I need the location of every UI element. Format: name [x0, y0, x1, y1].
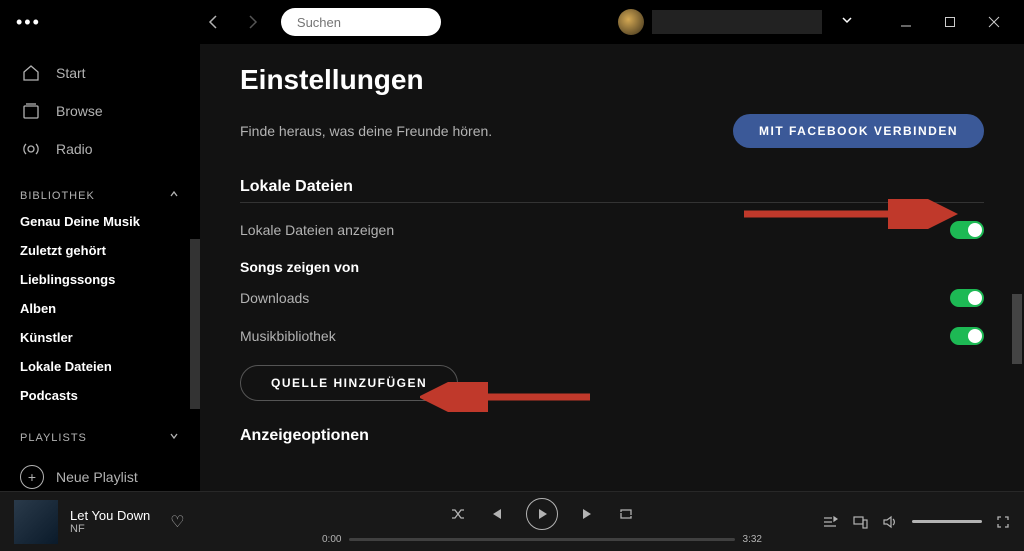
chevron-down-icon [840, 13, 854, 32]
radio-icon [20, 138, 42, 160]
minimize-button[interactable] [892, 8, 920, 36]
play-button[interactable] [526, 498, 558, 530]
downloads-toggle[interactable] [950, 289, 984, 307]
volume-button[interactable] [882, 514, 898, 530]
shuffle-button[interactable] [450, 506, 466, 522]
songs-from-header: Songs zeigen von [240, 259, 984, 275]
plus-icon: + [20, 465, 44, 489]
time-duration: 3:32 [743, 534, 762, 545]
sidebar-item-label: Browse [56, 103, 103, 119]
player-controls: 0:00 3:32 [294, 498, 790, 545]
repeat-button[interactable] [618, 506, 634, 522]
scrollbar[interactable] [190, 239, 200, 409]
new-playlist-button[interactable]: + Neue Playlist [0, 455, 200, 491]
time-elapsed: 0:00 [322, 534, 341, 545]
lib-item-local-files[interactable]: Lokale Dateien [0, 352, 200, 381]
album-art[interactable] [14, 500, 58, 544]
lib-item-recent[interactable]: Zuletzt gehört [0, 236, 200, 265]
downloads-label: Downloads [240, 290, 309, 306]
settings-content: Einstellungen Finde heraus, was deine Fr… [200, 44, 1024, 491]
show-local-files-toggle[interactable] [950, 221, 984, 239]
next-button[interactable] [580, 506, 596, 522]
music-library-label: Musikbibliothek [240, 328, 336, 344]
lib-item-artists[interactable]: Künstler [0, 323, 200, 352]
chevron-down-icon [168, 430, 180, 445]
show-local-files-label: Lokale Dateien anzeigen [240, 222, 394, 238]
menu-dots[interactable]: ••• [16, 12, 41, 33]
sidebar-item-label: Radio [56, 141, 93, 157]
lib-item-made-for-you[interactable]: Genau Deine Musik [0, 207, 200, 236]
lib-item-podcasts[interactable]: Podcasts [0, 381, 200, 410]
volume-slider[interactable] [912, 520, 982, 523]
heart-icon[interactable]: ♡ [170, 512, 184, 532]
nav-arrows [201, 10, 265, 34]
add-source-button[interactable]: QUELLE HINZUFÜGEN [240, 365, 458, 401]
page-title: Einstellungen [240, 64, 984, 96]
nav-forward-button[interactable] [241, 10, 265, 34]
divider [240, 202, 984, 203]
home-icon [20, 62, 42, 84]
music-library-toggle[interactable] [950, 327, 984, 345]
library-header[interactable]: BIBLIOTHEK [0, 180, 200, 207]
avatar [618, 9, 644, 35]
playlists-header[interactable]: PLAYLISTS [0, 422, 200, 449]
player-bar: Let You Down NF ♡ 0:00 3:32 [0, 491, 1024, 551]
lib-item-albums[interactable]: Alben [0, 294, 200, 323]
facebook-desc: Finde heraus, was deine Freunde hören. [240, 123, 492, 139]
track-title[interactable]: Let You Down [70, 508, 150, 523]
right-controls [790, 514, 1010, 530]
scrollbar[interactable] [1012, 294, 1022, 364]
user-name [652, 10, 822, 34]
display-options-header: Anzeigeoptionen [240, 427, 984, 445]
user-menu[interactable] [618, 8, 1008, 36]
search-input[interactable] [297, 15, 473, 30]
facebook-connect-button[interactable]: MIT FACEBOOK VERBINDEN [733, 114, 984, 148]
sidebar-item-browse[interactable]: Browse [0, 92, 200, 130]
lib-item-liked[interactable]: Lieblingssongs [0, 265, 200, 294]
sidebar-item-label: Start [56, 65, 86, 81]
progress-bar[interactable] [349, 538, 734, 541]
fullscreen-button[interactable] [996, 515, 1010, 529]
nav-back-button[interactable] [201, 10, 225, 34]
queue-button[interactable] [822, 514, 838, 530]
chevron-up-icon [168, 188, 180, 203]
sidebar-item-start[interactable]: Start [0, 54, 200, 92]
search-box[interactable] [281, 8, 441, 36]
now-playing: Let You Down NF ♡ [14, 500, 294, 544]
maximize-button[interactable] [936, 8, 964, 36]
window-controls [892, 8, 1008, 36]
topbar: ••• [0, 0, 1024, 44]
devices-button[interactable] [852, 514, 868, 530]
previous-button[interactable] [488, 506, 504, 522]
close-button[interactable] [980, 8, 1008, 36]
browse-icon [20, 100, 42, 122]
sidebar-item-radio[interactable]: Radio [0, 130, 200, 168]
track-artist[interactable]: NF [70, 523, 150, 535]
local-files-header: Lokale Dateien [240, 178, 984, 196]
sidebar: Start Browse Radio BIBLIOTHEK Genau Dein… [0, 44, 200, 491]
